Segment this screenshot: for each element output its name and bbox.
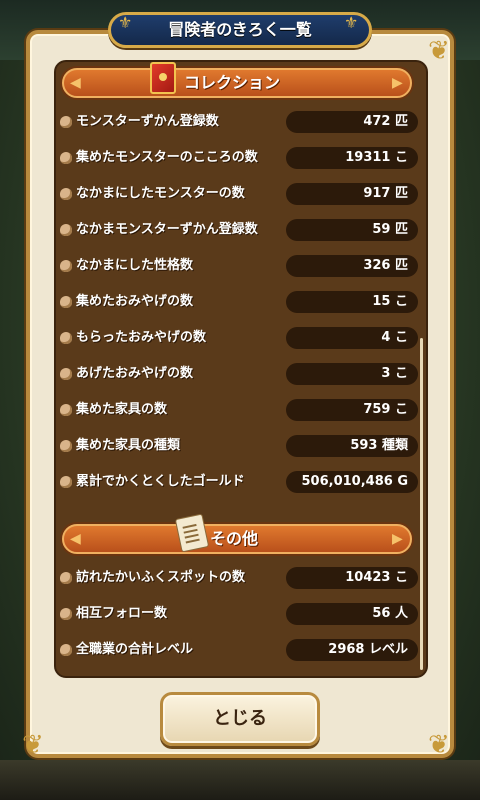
list-item: 累計でかくとくしたゴールド 506,010,486 G [58, 467, 420, 497]
record-value: 3 こ [381, 366, 408, 381]
corner-ornament-icon: ❦ [428, 730, 450, 760]
background-bottom [0, 760, 480, 800]
pouch-bullet-icon [60, 608, 72, 620]
list-item: 集めた家具の数 759 こ [58, 395, 420, 425]
pouch-bullet-icon [60, 368, 72, 380]
list-item: なかまにしたモンスターの数 917 匹 [58, 179, 420, 209]
section-header-collection: ◀ コレクション ▶ [62, 62, 412, 98]
list-item: 集めた家具の種類 593 種類 [58, 431, 420, 461]
pouch-bullet-icon [60, 224, 72, 236]
pouch-bullet-icon [60, 404, 72, 416]
record-value: 56 人 [372, 606, 408, 621]
pouch-bullet-icon [60, 644, 72, 656]
pouch-bullet-icon [60, 332, 72, 344]
pouch-bullet-icon [60, 440, 72, 452]
record-label: なかまにした性格数 [76, 258, 194, 273]
value-box: 593 種類 [286, 435, 418, 457]
value-box: 759 こ [286, 399, 418, 421]
record-value: 917 匹 [363, 186, 408, 201]
value-box: 506,010,486 G [286, 471, 418, 493]
record-label: 集めた家具の種類 [76, 438, 181, 453]
value-box: 59 匹 [286, 219, 418, 241]
list-item: 集めたおみやげの数 15 こ [58, 287, 420, 317]
record-value: 472 匹 [363, 114, 408, 129]
pouch-bullet-icon [60, 476, 72, 488]
value-box: 10423 こ [286, 567, 418, 589]
record-value: 506,010,486 G [301, 474, 408, 489]
red-book-icon [150, 62, 176, 94]
value-box: 15 こ [286, 291, 418, 313]
pouch-bullet-icon [60, 260, 72, 272]
record-label: なかまモンスターずかん登録数 [76, 222, 258, 237]
list-item: なかまにした性格数 326 匹 [58, 251, 420, 281]
list-item: あげたおみやげの数 3 こ [58, 359, 420, 389]
record-label: 訪れたかいふくスポットの数 [76, 570, 246, 585]
fleur-ornament-icon: ⚜ [118, 13, 133, 32]
record-label: 集めたおみやげの数 [76, 294, 194, 309]
pouch-bullet-icon [60, 296, 72, 308]
corner-ornament-icon: ❦ [22, 730, 44, 760]
value-box: 326 匹 [286, 255, 418, 277]
record-label: 全職業の合計レベル [76, 642, 194, 657]
dialog-title: 冒険者のきろく一覧 [168, 20, 312, 39]
pouch-bullet-icon [60, 188, 72, 200]
record-value: 10423 こ [345, 570, 408, 585]
list-item: モンスターずかん登録数 472 匹 [58, 107, 420, 137]
section-title: コレクション [184, 73, 281, 92]
pouch-bullet-icon [60, 152, 72, 164]
value-box: 917 匹 [286, 183, 418, 205]
title-plaque: 冒険者のきろく一覧 [108, 12, 372, 48]
value-box: 19311 こ [286, 147, 418, 169]
record-label: 累計でかくとくしたゴールド [76, 474, 245, 489]
corner-ornament-icon: ❦ [428, 36, 450, 66]
list-item: もらったおみやげの数 4 こ [58, 323, 420, 353]
value-box: 2968 レベル [286, 639, 418, 661]
section-title: その他 [210, 529, 259, 548]
chevron-right-icon: ▶ [392, 75, 403, 91]
close-button[interactable]: とじる [160, 692, 320, 746]
list-item: 全職業の合計レベル 2968 レベル [58, 635, 420, 665]
record-value: 59 匹 [372, 222, 408, 237]
record-label: あげたおみやげの数 [76, 366, 194, 381]
list-item: 相互フォロー数 56 人 [58, 599, 420, 629]
list-item: なかまモンスターずかん登録数 59 匹 [58, 215, 420, 245]
record-label: もらったおみやげの数 [76, 330, 207, 345]
record-label: モンスターずかん登録数 [76, 114, 219, 129]
value-box: 4 こ [286, 327, 418, 349]
record-value: 593 種類 [350, 438, 408, 453]
chevron-left-icon: ◀ [70, 75, 81, 91]
section-header-other: ◀ その他 ▶ [62, 513, 412, 554]
record-label: 集めたモンスターのこころの数 [76, 150, 258, 165]
chevron-left-icon: ◀ [70, 531, 81, 547]
scrollbar[interactable] [420, 338, 423, 670]
chevron-right-icon: ▶ [392, 531, 403, 547]
record-value: 759 こ [363, 402, 408, 417]
pouch-bullet-icon [60, 572, 72, 584]
value-box: 472 匹 [286, 111, 418, 133]
list-item: 集めたモンスターのこころの数 19311 こ [58, 143, 420, 173]
record-value: 19311 こ [345, 150, 408, 165]
record-value: 2968 レベル [328, 642, 408, 657]
close-button-label: とじる [213, 708, 267, 729]
record-value: 326 匹 [363, 258, 408, 273]
record-value: 15 こ [372, 294, 408, 309]
value-box: 3 こ [286, 363, 418, 385]
fleur-ornament-icon: ⚜ [344, 13, 359, 32]
pouch-bullet-icon [60, 116, 72, 128]
record-label: なかまにしたモンスターの数 [76, 186, 245, 201]
record-value: 4 こ [381, 330, 408, 345]
value-box: 56 人 [286, 603, 418, 625]
list-item: 訪れたかいふくスポットの数 10423 こ [58, 563, 420, 593]
record-label: 相互フォロー数 [76, 606, 168, 621]
record-label: 集めた家具の数 [76, 402, 168, 417]
